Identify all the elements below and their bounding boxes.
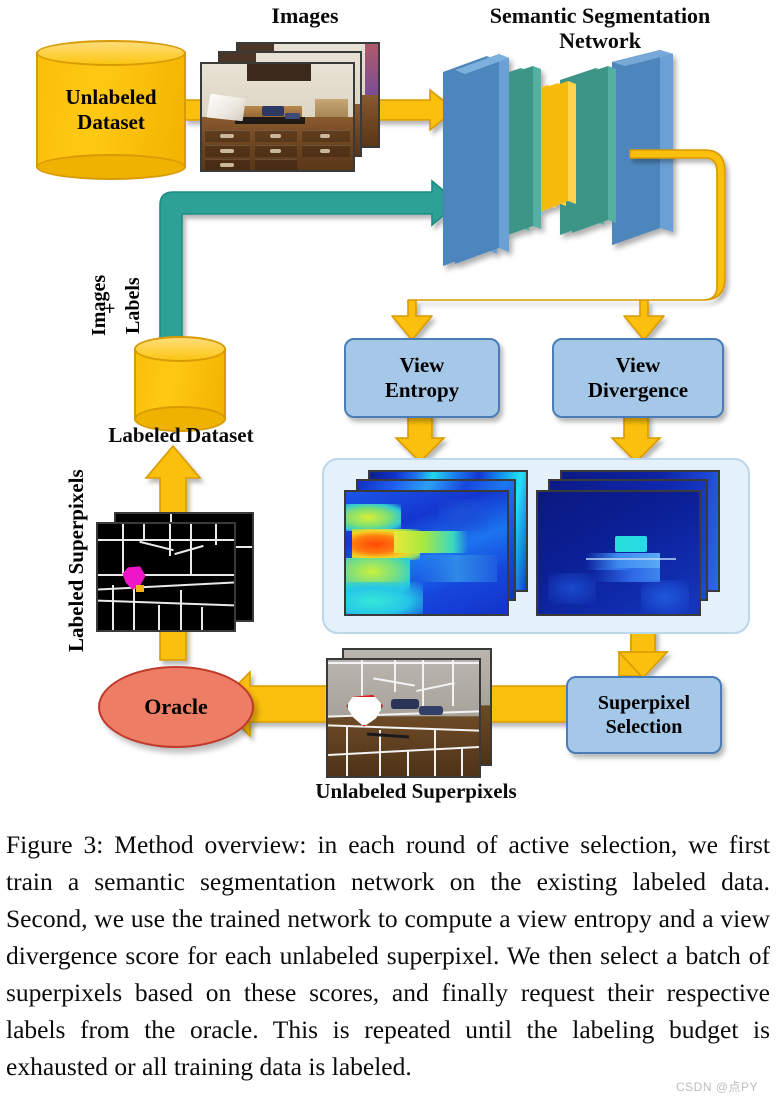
image-thumb-front <box>200 62 355 172</box>
method-overview-diagram: Unlabeled Dataset Images Semantic Segmen… <box>0 0 776 815</box>
view-entropy-line2: Entropy <box>384 378 460 402</box>
entropy-heatmap-stack <box>344 470 534 622</box>
images-stack <box>200 42 380 172</box>
network-title: Semantic Segmentation Network <box>450 3 750 53</box>
unlabeled-superpixel-front <box>326 658 481 778</box>
view-entropy-box[interactable]: View Entropy <box>344 338 500 418</box>
images-plus-labels-group: Images + Labels <box>60 226 160 346</box>
superpixel-selection-box[interactable]: Superpixel Selection <box>566 676 722 754</box>
view-divergence-box[interactable]: View Divergence <box>552 338 724 418</box>
arrow-entropy-to-maps <box>394 413 446 464</box>
labels-vertical-label: Labels <box>122 277 144 334</box>
unlabeled-dataset-line2: Dataset <box>77 110 145 134</box>
plus-symbol: + <box>104 298 116 320</box>
images-label: Images <box>271 3 339 28</box>
figure-caption: Figure 3: Method overview: in each round… <box>6 830 770 1081</box>
network-title-line1: Semantic Segmentation <box>489 3 711 28</box>
divergence-heatmap-stack <box>536 470 726 622</box>
labeled-superpixel-front <box>96 522 236 632</box>
labeled-dataset-label: Labeled Dataset <box>108 423 254 447</box>
arrow-divergence-to-maps <box>610 413 662 464</box>
view-divergence-line1: View <box>615 352 661 377</box>
divergence-map-front <box>536 490 701 616</box>
entropy-map-front <box>344 490 509 616</box>
arrow-maps-to-selection <box>617 627 669 680</box>
superpixel-selection-line2: Selection <box>605 716 683 738</box>
labeled-superpixels-stack <box>96 512 256 636</box>
unlabeled-dataset-line1: Unlabeled <box>65 85 157 110</box>
network-title-line2: Network <box>559 27 641 53</box>
unlabeled-superpixels-stack <box>326 648 506 784</box>
oracle-node[interactable]: Oracle <box>98 666 254 748</box>
superpixel-selection-line1: Superpixel <box>597 692 691 714</box>
watermark: CSDN @点PY <box>676 1080 759 1094</box>
labeled-superpixels-label: Labeled Superpixels <box>64 469 88 652</box>
score-maps-panel <box>322 458 750 634</box>
labeled-dataset-cylinder <box>134 336 232 438</box>
unlabeled-superpixels-label: Unlabeled Superpixels <box>315 779 517 803</box>
view-divergence-line2: Divergence <box>587 378 689 402</box>
view-entropy-line1: View <box>399 352 445 377</box>
unlabeled-dataset-cylinder: Unlabeled Dataset <box>36 40 192 186</box>
